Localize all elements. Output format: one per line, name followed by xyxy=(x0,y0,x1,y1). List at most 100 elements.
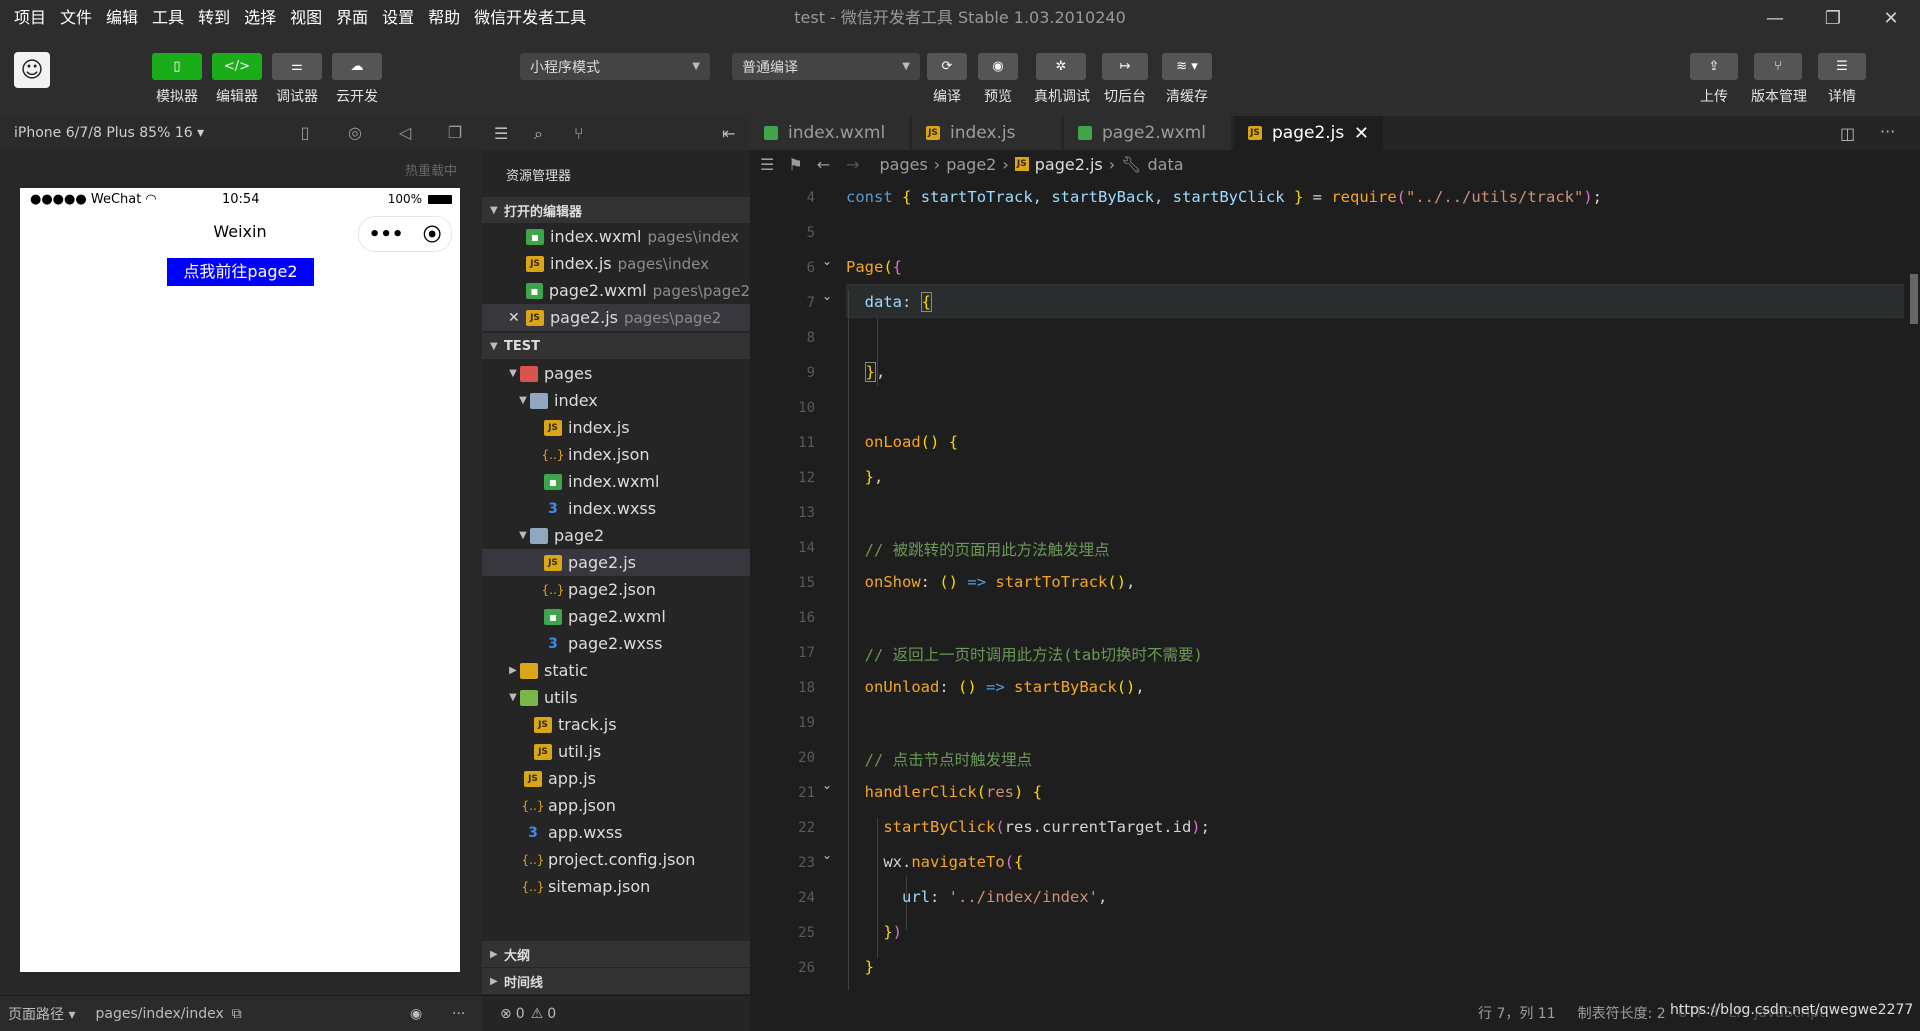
background-button[interactable]: ↦ xyxy=(1102,53,1148,80)
page-path-select[interactable]: 页面路径 ▾ xyxy=(8,1004,75,1024)
tree-file[interactable]: 3 index.wxss xyxy=(482,495,750,522)
window-icon[interactable]: ❐ xyxy=(446,124,464,142)
sound-icon[interactable]: ◁ xyxy=(396,124,414,142)
tree-file[interactable]: ▪ page2.wxml xyxy=(482,603,750,630)
copy-icon[interactable]: ⧉ xyxy=(232,1006,242,1022)
tab-page2-wxml[interactable]: page2.wxml xyxy=(1064,116,1232,150)
more-icon[interactable]: ··· xyxy=(452,1006,465,1022)
wxml-file-icon: ▪ xyxy=(544,473,562,490)
open-editor-item[interactable]: ▪ page2.wxml pages\page2 xyxy=(482,277,750,304)
outline-header[interactable]: ▶ 大纲 xyxy=(482,941,750,967)
search-icon[interactable]: ⌕ xyxy=(534,124,543,144)
tree-file[interactable]: {..} project.config.json xyxy=(482,846,750,873)
timeline-header[interactable]: ▶ 时间线 xyxy=(482,968,750,994)
open-editor-item-active[interactable]: ✕ JS page2.js pages\page2 xyxy=(482,304,750,331)
tree-folder-pages[interactable]: ▼ pages xyxy=(482,360,750,387)
menu-item[interactable]: 选择 xyxy=(244,0,276,36)
split-editor-icon[interactable]: ◫ xyxy=(1840,124,1855,143)
details-button[interactable]: ☰ xyxy=(1818,53,1866,80)
compile-mode-select[interactable]: 普通编译 ▼ xyxy=(732,53,920,80)
device-select[interactable]: iPhone 6/7/8 Plus 85% 16 ▾ xyxy=(14,125,204,141)
breadcrumb-item[interactable]: pages xyxy=(880,155,928,174)
version-button[interactable]: ⑂ xyxy=(1754,53,1802,80)
tree-file[interactable]: JS index.js xyxy=(482,414,750,441)
collapse-panel-icon[interactable]: ⇤ xyxy=(722,124,735,143)
simulator-toggle-button[interactable]: ▯ xyxy=(152,53,202,80)
open-editor-item[interactable]: JS index.js pages\index xyxy=(482,250,750,277)
capsule-menu[interactable]: ••• ⦿ xyxy=(358,216,452,252)
close-icon[interactable]: ✕ xyxy=(1354,123,1369,144)
bookmark-icon[interactable]: ⚑ xyxy=(788,155,802,174)
list-icon[interactable]: ☰ xyxy=(494,124,508,143)
fold-chevron-icon[interactable]: ⌄ xyxy=(822,289,832,303)
tree-file[interactable]: JS util.js xyxy=(482,738,750,765)
back-arrow-icon[interactable]: ← xyxy=(817,155,830,174)
menu-item[interactable]: 帮助 xyxy=(428,0,460,36)
tree-file[interactable]: {..} page2.json xyxy=(482,576,750,603)
menu-item[interactable]: 视图 xyxy=(290,0,322,36)
watermark-url: https://blog.csdn.net/qwegwe2277 xyxy=(1670,1002,1914,1018)
tree-file[interactable]: 3 app.wxss xyxy=(482,819,750,846)
menu-item[interactable]: 工具 xyxy=(152,0,184,36)
tree-file[interactable]: ▪ index.wxml xyxy=(482,468,750,495)
list-icon[interactable]: ☰ xyxy=(760,155,774,174)
menu-item[interactable]: 微信开发者工具 xyxy=(474,0,586,36)
open-editor-item[interactable]: ▪ index.wxml pages\index xyxy=(482,223,750,250)
mode-select[interactable]: 小程序模式 ▼ xyxy=(520,53,710,80)
fold-chevron-icon[interactable]: ⌄ xyxy=(822,778,832,792)
forward-arrow-icon[interactable]: → xyxy=(846,155,859,174)
tree-file[interactable]: 3 page2.wxss xyxy=(482,630,750,657)
phone-icon[interactable]: ▯ xyxy=(296,124,314,142)
minimize-button[interactable]: — xyxy=(1746,0,1804,36)
tree-file[interactable]: JS track.js xyxy=(482,711,750,738)
avatar[interactable]: ☺ xyxy=(14,52,50,88)
close-circle-icon[interactable]: ⦿ xyxy=(423,221,441,247)
menu-item[interactable]: 编辑 xyxy=(106,0,138,36)
maximize-button[interactable]: ❐ xyxy=(1804,0,1862,36)
debugger-toggle-button[interactable]: ⚌ xyxy=(272,53,322,80)
breadcrumb-item[interactable]: page2.js xyxy=(1035,155,1103,174)
menu-item[interactable]: 文件 xyxy=(60,0,92,36)
problems-bar[interactable]: ⊗ 0 ⚠ 0 xyxy=(482,995,750,1031)
clear-cache-button[interactable]: ≋ ▾ xyxy=(1162,53,1212,80)
project-header[interactable]: ▼ TEST xyxy=(482,333,750,359)
tree-file[interactable]: JS app.js xyxy=(482,765,750,792)
fold-chevron-icon[interactable]: ⌄ xyxy=(822,848,832,862)
open-editors-header[interactable]: ▼ 打开的编辑器 xyxy=(482,197,750,223)
close-icon[interactable]: ✕ xyxy=(508,310,526,326)
breadcrumb-item[interactable]: page2 xyxy=(946,155,996,174)
tree-file[interactable]: {..} index.json xyxy=(482,441,750,468)
tab-index-wxml[interactable]: index.wxml xyxy=(750,116,910,150)
menu-item[interactable]: 项目 xyxy=(14,0,46,36)
record-icon[interactable]: ◎ xyxy=(346,124,364,142)
more-icon[interactable]: ••• xyxy=(369,224,404,245)
compile-button[interactable]: ⟳ xyxy=(927,53,967,80)
cloud-button[interactable]: ☁ xyxy=(332,53,382,80)
upload-button[interactable]: ⇪ xyxy=(1690,53,1738,80)
goto-page2-button[interactable]: 点我前往page2 xyxy=(167,258,314,286)
menu-item[interactable]: 界面 xyxy=(336,0,368,36)
tree-file[interactable]: {..} app.json xyxy=(482,792,750,819)
tab-size[interactable]: 制表符长度: 2 xyxy=(1578,1003,1666,1023)
fold-chevron-icon[interactable]: ⌄ xyxy=(822,254,832,268)
eye-icon[interactable]: ◉ xyxy=(410,1006,422,1022)
tree-file[interactable]: {..} sitemap.json xyxy=(482,873,750,900)
real-debug-button[interactable]: ✲ xyxy=(1036,53,1086,80)
menu-item[interactable]: 转到 xyxy=(198,0,230,36)
tree-folder-static[interactable]: ▶ static xyxy=(482,657,750,684)
scrollbar[interactable] xyxy=(1910,274,1918,324)
tree-folder-index[interactable]: ▼ index xyxy=(482,387,750,414)
tab-index-js[interactable]: JS index.js xyxy=(912,116,1062,150)
editor-toggle-button[interactable]: </> xyxy=(212,53,262,80)
tree-folder-utils[interactable]: ▼ utils xyxy=(482,684,750,711)
close-window-button[interactable]: ✕ xyxy=(1862,0,1920,36)
cursor-position[interactable]: 行 7，列 11 xyxy=(1478,1003,1556,1023)
preview-button[interactable]: ◉ xyxy=(978,53,1018,80)
branch-icon[interactable]: ⑂ xyxy=(574,124,584,143)
breadcrumb-item[interactable]: data xyxy=(1147,155,1183,174)
tab-page2-js[interactable]: JS page2.js ✕ xyxy=(1234,116,1384,150)
more-icon[interactable]: ··· xyxy=(1880,122,1895,141)
tree-file-selected[interactable]: JS page2.js xyxy=(482,549,750,576)
menu-item[interactable]: 设置 xyxy=(382,0,414,36)
tree-folder-page2[interactable]: ▼ page2 xyxy=(482,522,750,549)
